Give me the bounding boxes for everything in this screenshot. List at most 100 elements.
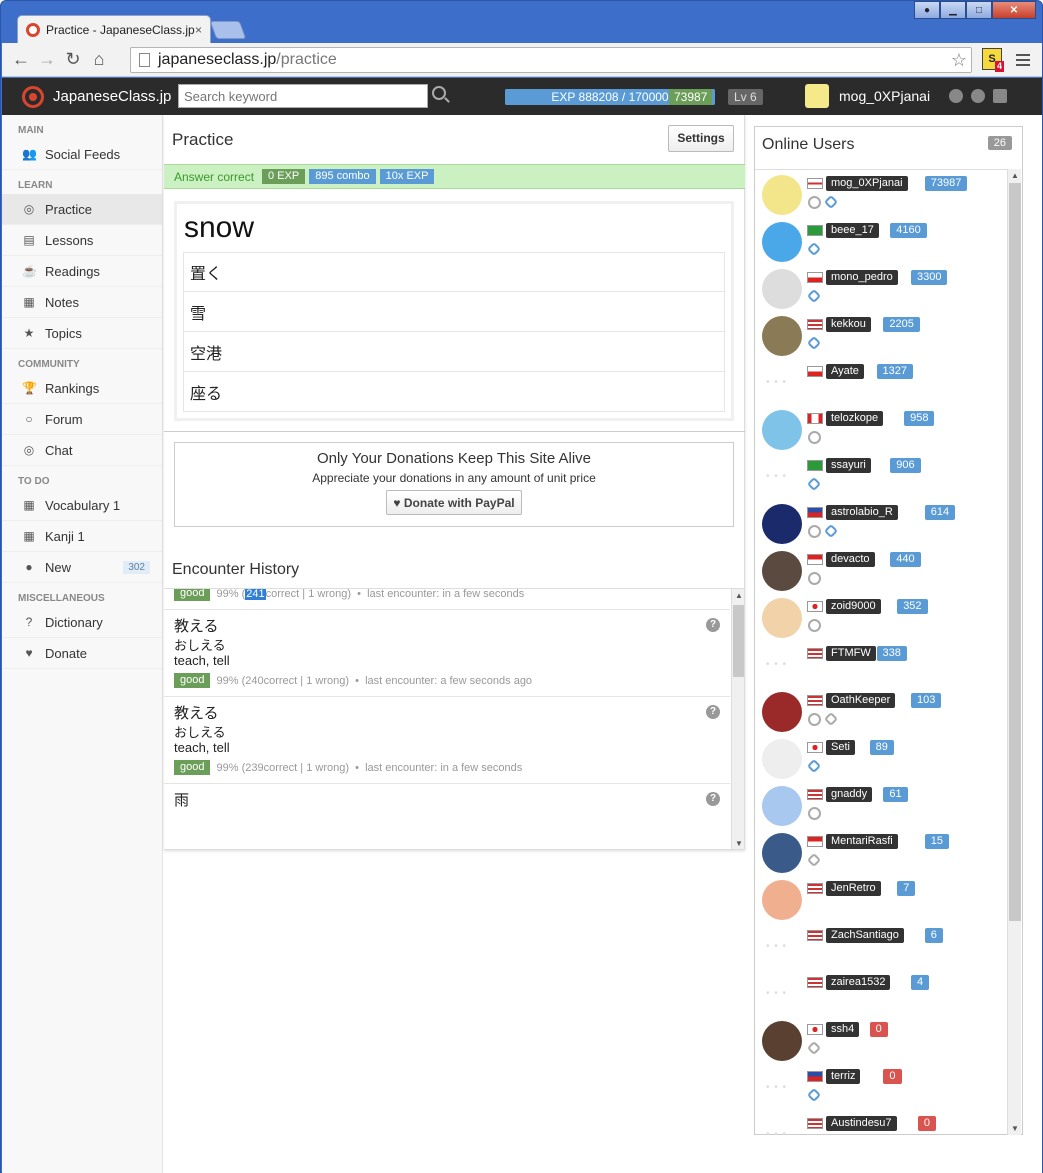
help-icon[interactable]: ? bbox=[706, 792, 720, 806]
avatar[interactable] bbox=[762, 927, 802, 967]
user-name[interactable]: astrolabio_R bbox=[826, 505, 898, 520]
sidebar-item-practice[interactable]: ◎ Practice bbox=[2, 194, 162, 225]
sidebar-item-lessons[interactable]: ▤ Lessons bbox=[2, 225, 162, 256]
close-button[interactable]: ✕ bbox=[992, 1, 1036, 19]
scroll-up-icon[interactable]: ▲ bbox=[735, 591, 743, 600]
answer-choice[interactable]: 空港 bbox=[183, 332, 725, 372]
avatar[interactable] bbox=[762, 504, 802, 544]
online-user-row[interactable]: zoid9000 352 bbox=[755, 593, 1010, 640]
user-name[interactable]: OathKeeper bbox=[826, 693, 896, 708]
user-name[interactable]: Seti bbox=[826, 740, 855, 755]
tab-close-icon[interactable]: × bbox=[195, 23, 202, 37]
avatar[interactable] bbox=[762, 598, 802, 638]
username[interactable]: mog_0XPjanai bbox=[839, 88, 930, 104]
online-user-row[interactable]: telozkope 958 bbox=[755, 405, 1010, 452]
sidebar-item-rankings[interactable]: 🏆 Rankings bbox=[2, 373, 162, 404]
help-icon[interactable]: ? bbox=[706, 618, 720, 632]
online-scrollbar[interactable]: ▲ ▼ bbox=[1007, 169, 1021, 1135]
user-name[interactable]: gnaddy bbox=[826, 787, 873, 802]
user-name[interactable]: MentariRasfi bbox=[826, 834, 898, 849]
history-scrollbar[interactable]: ▲ ▼ bbox=[731, 589, 744, 849]
back-arrow-icon[interactable]: ← bbox=[8, 49, 34, 70]
sidebar-item-dictionary[interactable]: ? Dictionary bbox=[2, 607, 162, 638]
user-icon[interactable]: ● bbox=[914, 1, 940, 19]
reload-icon[interactable]: ↻ bbox=[60, 49, 86, 70]
logo-icon[interactable] bbox=[22, 86, 44, 108]
status-icon[interactable] bbox=[949, 89, 963, 103]
user-name[interactable]: ssayuri bbox=[826, 458, 871, 473]
online-user-row[interactable]: devacto 440 bbox=[755, 546, 1010, 593]
avatar[interactable] bbox=[762, 1115, 802, 1135]
search-icon[interactable] bbox=[432, 86, 446, 100]
avatar[interactable] bbox=[762, 645, 802, 685]
logout-icon[interactable] bbox=[993, 89, 1007, 103]
sidebar-item-notes[interactable]: ▦ Notes bbox=[2, 287, 162, 318]
site-brand[interactable]: JapaneseClass.jp bbox=[53, 88, 171, 105]
sidebar-item-readings[interactable]: ☕ Readings bbox=[2, 256, 162, 287]
forward-arrow-icon[interactable]: → bbox=[34, 49, 60, 70]
avatar[interactable] bbox=[762, 880, 802, 920]
sidebar-item-social-feeds[interactable]: 👥 Social Feeds bbox=[2, 139, 162, 170]
answer-choice[interactable]: 座る bbox=[183, 372, 725, 412]
online-user-row[interactable]: Austindesu7 0 bbox=[755, 1110, 1010, 1135]
user-name[interactable]: terriz bbox=[826, 1069, 861, 1084]
sidebar-item-donate[interactable]: ♥ Donate bbox=[2, 638, 162, 669]
sidebar-item-topics[interactable]: ★ Topics bbox=[2, 318, 162, 349]
online-user-row[interactable]: zairea1532 4 bbox=[755, 969, 1010, 1016]
avatar[interactable] bbox=[762, 457, 802, 497]
online-user-row[interactable]: mog_0XPjanai 73987 bbox=[755, 170, 1010, 217]
avatar[interactable] bbox=[762, 739, 802, 779]
user-name[interactable]: JenRetro bbox=[826, 881, 881, 896]
online-user-row[interactable]: Seti 89 bbox=[755, 734, 1010, 781]
scroll-thumb[interactable] bbox=[1009, 183, 1021, 921]
avatar[interactable] bbox=[762, 175, 802, 215]
user-name[interactable]: FTMFW bbox=[826, 646, 876, 661]
avatar[interactable] bbox=[805, 84, 829, 108]
menu-icon[interactable] bbox=[1016, 51, 1030, 69]
minimize-button[interactable]: ▁ bbox=[940, 1, 966, 19]
avatar[interactable] bbox=[762, 222, 802, 262]
online-user-row[interactable]: kekkou 2205 bbox=[755, 311, 1010, 358]
online-user-row[interactable]: gnaddy 61 bbox=[755, 781, 1010, 828]
avatar[interactable] bbox=[762, 1021, 802, 1061]
sidebar-item-vocabulary-1[interactable]: ▦ Vocabulary 1 bbox=[2, 490, 162, 521]
sidebar-item-chat[interactable]: ◎ Chat bbox=[2, 435, 162, 466]
online-user-row[interactable]: ZachSantiago 6 bbox=[755, 922, 1010, 969]
online-user-row[interactable]: ssayuri 906 bbox=[755, 452, 1010, 499]
online-user-row[interactable]: ssh4 0 bbox=[755, 1016, 1010, 1063]
bookmark-star-icon[interactable]: ☆ bbox=[951, 50, 967, 71]
sidebar-item-kanji-1[interactable]: ▦ Kanji 1 bbox=[2, 521, 162, 552]
avatar[interactable] bbox=[762, 363, 802, 403]
extension-icon[interactable]: S4 bbox=[982, 48, 1004, 72]
answer-choice[interactable]: 置く bbox=[183, 252, 725, 292]
browser-tab[interactable]: Practice - JapaneseClass.jp × bbox=[17, 15, 211, 43]
user-name[interactable]: ssh4 bbox=[826, 1022, 860, 1037]
online-user-row[interactable]: FTMFW338 bbox=[755, 640, 1010, 687]
online-user-row[interactable]: Ayate 1327 bbox=[755, 358, 1010, 405]
avatar[interactable] bbox=[762, 786, 802, 826]
scroll-thumb[interactable] bbox=[733, 605, 744, 677]
sidebar-item-new[interactable]: ● New 302 bbox=[2, 552, 162, 583]
avatar[interactable] bbox=[762, 316, 802, 356]
address-bar[interactable]: japaneseclass.jp/practice ☆ bbox=[130, 47, 972, 73]
user-name[interactable]: kekkou bbox=[826, 317, 871, 332]
avatar[interactable] bbox=[762, 410, 802, 450]
avatar[interactable] bbox=[762, 1068, 802, 1108]
user-name[interactable]: ZachSantiago bbox=[826, 928, 904, 943]
user-name[interactable]: mono_pedro bbox=[826, 270, 898, 285]
online-user-row[interactable]: beee_17 4160 bbox=[755, 217, 1010, 264]
online-user-row[interactable]: MentariRasfi 15 bbox=[755, 828, 1010, 875]
online-user-row[interactable]: mono_pedro 3300 bbox=[755, 264, 1010, 311]
online-user-row[interactable]: terriz 0 bbox=[755, 1063, 1010, 1110]
user-name[interactable]: zoid9000 bbox=[826, 599, 881, 614]
user-name[interactable]: beee_17 bbox=[826, 223, 879, 238]
settings-button[interactable]: Settings bbox=[668, 125, 734, 152]
online-user-row[interactable]: astrolabio_R 614 bbox=[755, 499, 1010, 546]
user-name[interactable]: Austindesu7 bbox=[826, 1116, 897, 1131]
maximize-button[interactable]: □ bbox=[966, 1, 992, 19]
search-input[interactable] bbox=[178, 84, 428, 108]
avatar[interactable] bbox=[762, 692, 802, 732]
scroll-down-icon[interactable]: ▼ bbox=[735, 839, 743, 848]
scroll-down-icon[interactable]: ▼ bbox=[1011, 1124, 1019, 1133]
paypal-donate-button[interactable]: ♥ Donate with PayPal bbox=[386, 490, 522, 515]
